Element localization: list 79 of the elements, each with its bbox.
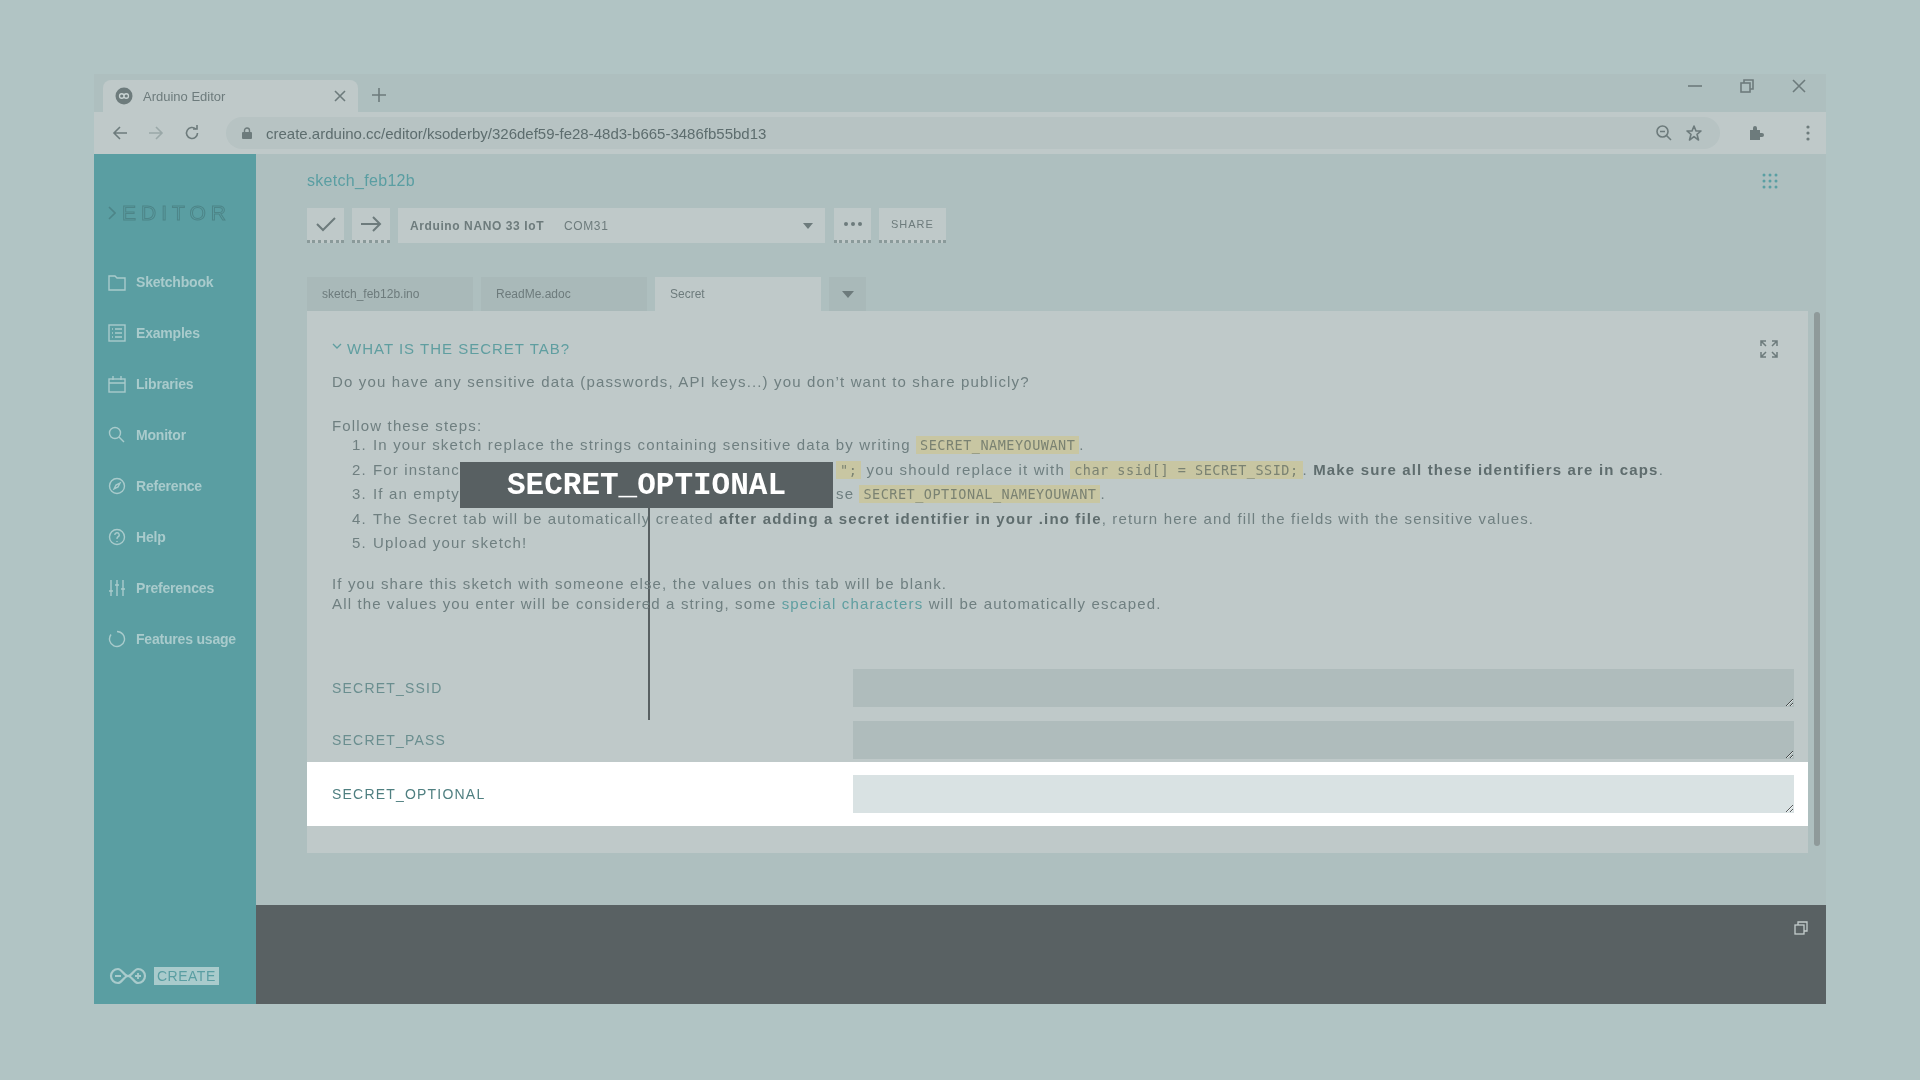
create-logo: CREATE [154, 967, 219, 985]
sidebar-item[interactable]: Monitor [108, 409, 256, 460]
upload-button[interactable] [352, 208, 390, 243]
step-text: Upload your sketch! [373, 534, 528, 551]
help-icon [108, 527, 126, 546]
steps-label: Follow these steps: [332, 416, 484, 436]
field-label: SECRET_OPTIONAL [332, 785, 487, 802]
intro-text: Do you have any sensitive data (passwords, API keys...) you don’t want to share publicly? [332, 372, 1031, 392]
sketch-title[interactable]: sketch_feb12b [307, 172, 415, 190]
restore-icon[interactable] [1740, 79, 1754, 93]
step-number: 4. [352, 509, 368, 527]
step-text: If an empty [373, 485, 460, 502]
board-name: Arduino NANO 33 IoT [410, 218, 545, 233]
search-icon [108, 425, 126, 444]
fullscreen-icon[interactable] [1760, 340, 1778, 358]
url-text: create.arduino.cc/editor/ksoderby/326def59-fe28-48d3-b665-3486fb55bd13 [266, 124, 767, 142]
board-select[interactable]: Arduino NANO 33 IoT COM31 [398, 208, 825, 243]
plus-icon[interactable] [372, 88, 386, 102]
list-icon [108, 323, 126, 342]
sidebar-item[interactable]: Sketchbook [108, 256, 256, 307]
arrow-right-icon [360, 216, 382, 232]
more-button[interactable] [834, 208, 871, 243]
reload-icon[interactable] [184, 125, 200, 141]
step-number: 1. [352, 436, 368, 453]
address-bar[interactable]: create.arduino.cc/editor/ksoderby/326def59-fe28-48d3-b665-3486fb55bd13 [226, 117, 1720, 149]
verify-button[interactable] [307, 208, 344, 243]
star-icon[interactable] [1686, 125, 1702, 141]
more-icon[interactable] [1806, 125, 1810, 141]
sidebar-item[interactable]: Examples [108, 307, 256, 358]
close-icon[interactable] [334, 90, 346, 102]
caret-icon [803, 222, 813, 229]
infinity-logo-icon [108, 966, 148, 986]
browser-tab[interactable]: Arduino Editor [103, 80, 358, 112]
file-tab[interactable]: ReadMe.adoc [481, 277, 647, 311]
lock-icon [242, 127, 252, 139]
sidebar-item[interactable]: Reference [108, 460, 256, 511]
tab-title: Arduino Editor [143, 88, 227, 104]
step-number: 2. [352, 460, 368, 478]
field-label: SECRET_SSID [332, 679, 444, 696]
infinity-logo-icon [115, 87, 133, 105]
zoom-out-icon[interactable] [1656, 125, 1672, 141]
check-icon [315, 216, 336, 232]
port-name: COM31 [564, 218, 609, 233]
forward-icon[interactable] [148, 125, 164, 141]
section-toggle[interactable]: WHAT IS THE SECRET TAB? [332, 339, 571, 357]
calendar-icon [108, 374, 126, 393]
file-tab[interactable]: sketch_feb12b.ino [307, 277, 473, 311]
input-field[interactable] [853, 668, 1794, 707]
sliders-icon [108, 578, 126, 597]
apps-grid-icon[interactable] [1762, 173, 1778, 189]
sidebar-item[interactable]: Features usage [108, 613, 256, 664]
input-field[interactable] [853, 720, 1794, 759]
step-text: For instanc [373, 460, 460, 478]
copy-icon[interactable] [1794, 921, 1808, 935]
step-text: The Secret tab will be automatically created after adding a secret identifier in your .ino file, return here and fill the fields with the sensitive values. [373, 509, 1535, 527]
more-icon [843, 222, 862, 226]
sidebar-item[interactable]: Preferences [108, 562, 256, 613]
step-number: 5. [352, 534, 368, 551]
step-number: 3. [352, 485, 368, 502]
step-text: se SECRET_OPTIONAL_NAMEYOUWANT . [836, 485, 1106, 502]
back-icon[interactable] [112, 125, 128, 141]
sidebar-item[interactable]: Help [108, 511, 256, 562]
field-label: SECRET_PASS [332, 731, 448, 748]
share-button[interactable]: SHARE [879, 208, 946, 243]
sidebar-item[interactable]: Libraries [108, 358, 256, 409]
step-text: "; you should replace it with char ssid[] = SECRET_SSID; . Make sure all these identifiers are in caps. [836, 460, 1664, 478]
callout-label: SECRET_OPTIONAL [460, 462, 833, 508]
input-field[interactable] [853, 774, 1794, 813]
link[interactable]: special characters [781, 594, 924, 612]
tabs-menu-button[interactable] [829, 277, 866, 311]
scrollbar[interactable] [1814, 312, 1820, 846]
close-icon[interactable] [1792, 79, 1806, 93]
folder-icon [108, 272, 126, 291]
chevron-icon [108, 206, 116, 220]
compass-icon [108, 476, 126, 495]
puzzle-icon[interactable] [1748, 125, 1764, 141]
file-tab[interactable]: Secret [655, 277, 821, 311]
caret-icon [841, 290, 854, 298]
step-text: In your sketch replace the strings containing sensitive data by writing SECRET_NAMEYOUWANT . [373, 436, 1085, 453]
